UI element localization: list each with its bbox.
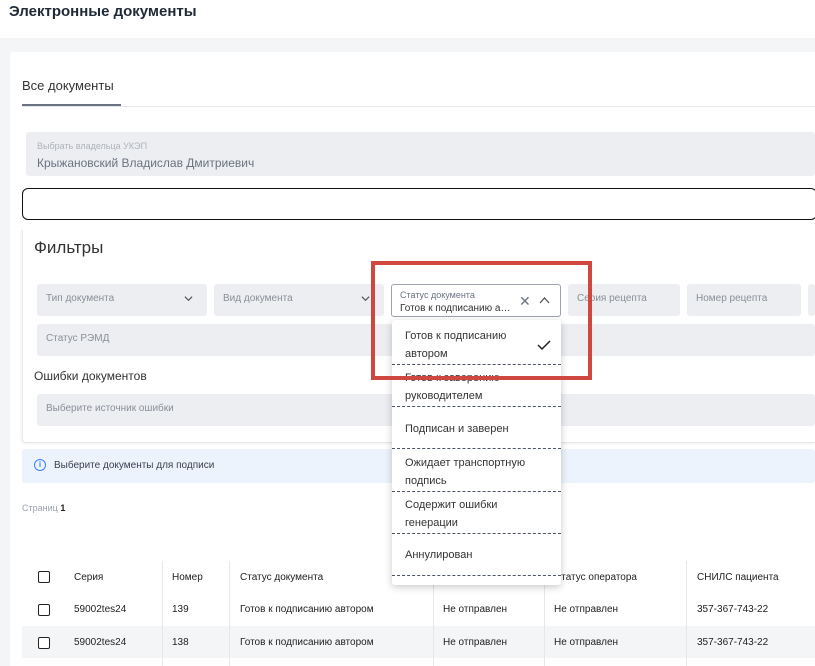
- doc-kind-select[interactable]: Вид документа: [214, 284, 384, 316]
- header-snils[interactable]: СНИЛС пациента: [697, 572, 779, 583]
- cell-series: 59002tes24: [74, 637, 127, 648]
- column-divider: [686, 561, 687, 666]
- pagination-label: Страниц: [22, 503, 58, 513]
- cell-transport-status: Не отправлен: [443, 604, 508, 615]
- cell-operator-status: Не отправлен: [554, 604, 619, 615]
- dropdown-option[interactable]: Аннулирован: [392, 535, 561, 576]
- dropdown-option-label: Ожидает транспортную подпись: [405, 457, 526, 487]
- cell-snils: 357-367-743-22: [697, 604, 769, 615]
- doc-type-placeholder: Тип документа: [46, 293, 115, 304]
- owner-select-value: Крыжановский Владислав Дмитриевич: [37, 156, 255, 170]
- row-checkbox[interactable]: [38, 604, 50, 616]
- cell-snils: 357-367-743-22: [697, 637, 769, 648]
- extra-filter-field[interactable]: [808, 284, 815, 316]
- cell-number: 138: [172, 637, 189, 648]
- tab-divider: [22, 106, 815, 107]
- dropdown-option[interactable]: Ожидает транспортную подпись: [392, 450, 561, 492]
- owner-select-label: Выбрать владельца УКЭП: [37, 141, 148, 151]
- header-series[interactable]: Серия: [74, 572, 103, 583]
- column-divider: [229, 561, 230, 666]
- cell-transport-status: Не отправлен: [443, 637, 508, 648]
- cell-doc-status: Готов к подписанию автором: [240, 637, 374, 648]
- header-number[interactable]: Номер: [172, 572, 203, 583]
- pagination-info: Страниц 1: [22, 503, 65, 513]
- chevron-down-icon: [184, 296, 193, 302]
- errors-label: Ошибки документов: [34, 369, 147, 383]
- owner-select[interactable]: Выбрать владельца УКЭП Крыжановский Влад…: [26, 132, 815, 176]
- cell-number: 139: [172, 604, 189, 615]
- row-checkbox[interactable]: [38, 637, 50, 649]
- header-operator-status[interactable]: Статус оператора: [554, 572, 637, 583]
- chevron-down-icon: [361, 296, 370, 302]
- remd-status-placeholder: Статус РЭМД: [46, 333, 110, 344]
- cell-operator-status: Не отправлен: [554, 637, 619, 648]
- cell-series: 59002tes24: [74, 604, 127, 615]
- pagination-count: 1: [60, 503, 66, 513]
- error-source-placeholder: Выберите источник ошибки: [46, 403, 174, 414]
- column-divider: [162, 561, 163, 666]
- cell-doc-status: Готов к подписанию автором: [240, 604, 374, 615]
- doc-kind-placeholder: Вид документа: [223, 293, 293, 304]
- filters-title: Фильтры: [34, 238, 104, 257]
- tab-all-documents[interactable]: Все документы: [22, 78, 114, 93]
- info-text: Выберите документы для подписи: [54, 460, 215, 471]
- dropdown-option[interactable]: Подписан и заверен: [392, 408, 561, 449]
- dropdown-option-label: Подписан и заверен: [405, 423, 509, 435]
- select-all-checkbox[interactable]: [38, 571, 50, 583]
- dropdown-option-label: Аннулирован: [405, 549, 473, 561]
- doc-type-select[interactable]: Тип документа: [37, 284, 207, 316]
- recipe-number-placeholder: Номер рецепта: [696, 293, 768, 304]
- recipe-number-input[interactable]: Номер рецепта: [687, 284, 801, 316]
- header-doc-status[interactable]: Статус документа: [240, 572, 323, 583]
- highlight-box: [371, 261, 592, 380]
- dropdown-option-label: Содержит ошибки генерации: [405, 499, 498, 529]
- page-title: Электронные документы: [9, 3, 197, 20]
- search-input[interactable]: [22, 188, 815, 220]
- dropdown-option[interactable]: Содержит ошибки генерации: [392, 493, 561, 534]
- info-icon: i: [34, 459, 46, 471]
